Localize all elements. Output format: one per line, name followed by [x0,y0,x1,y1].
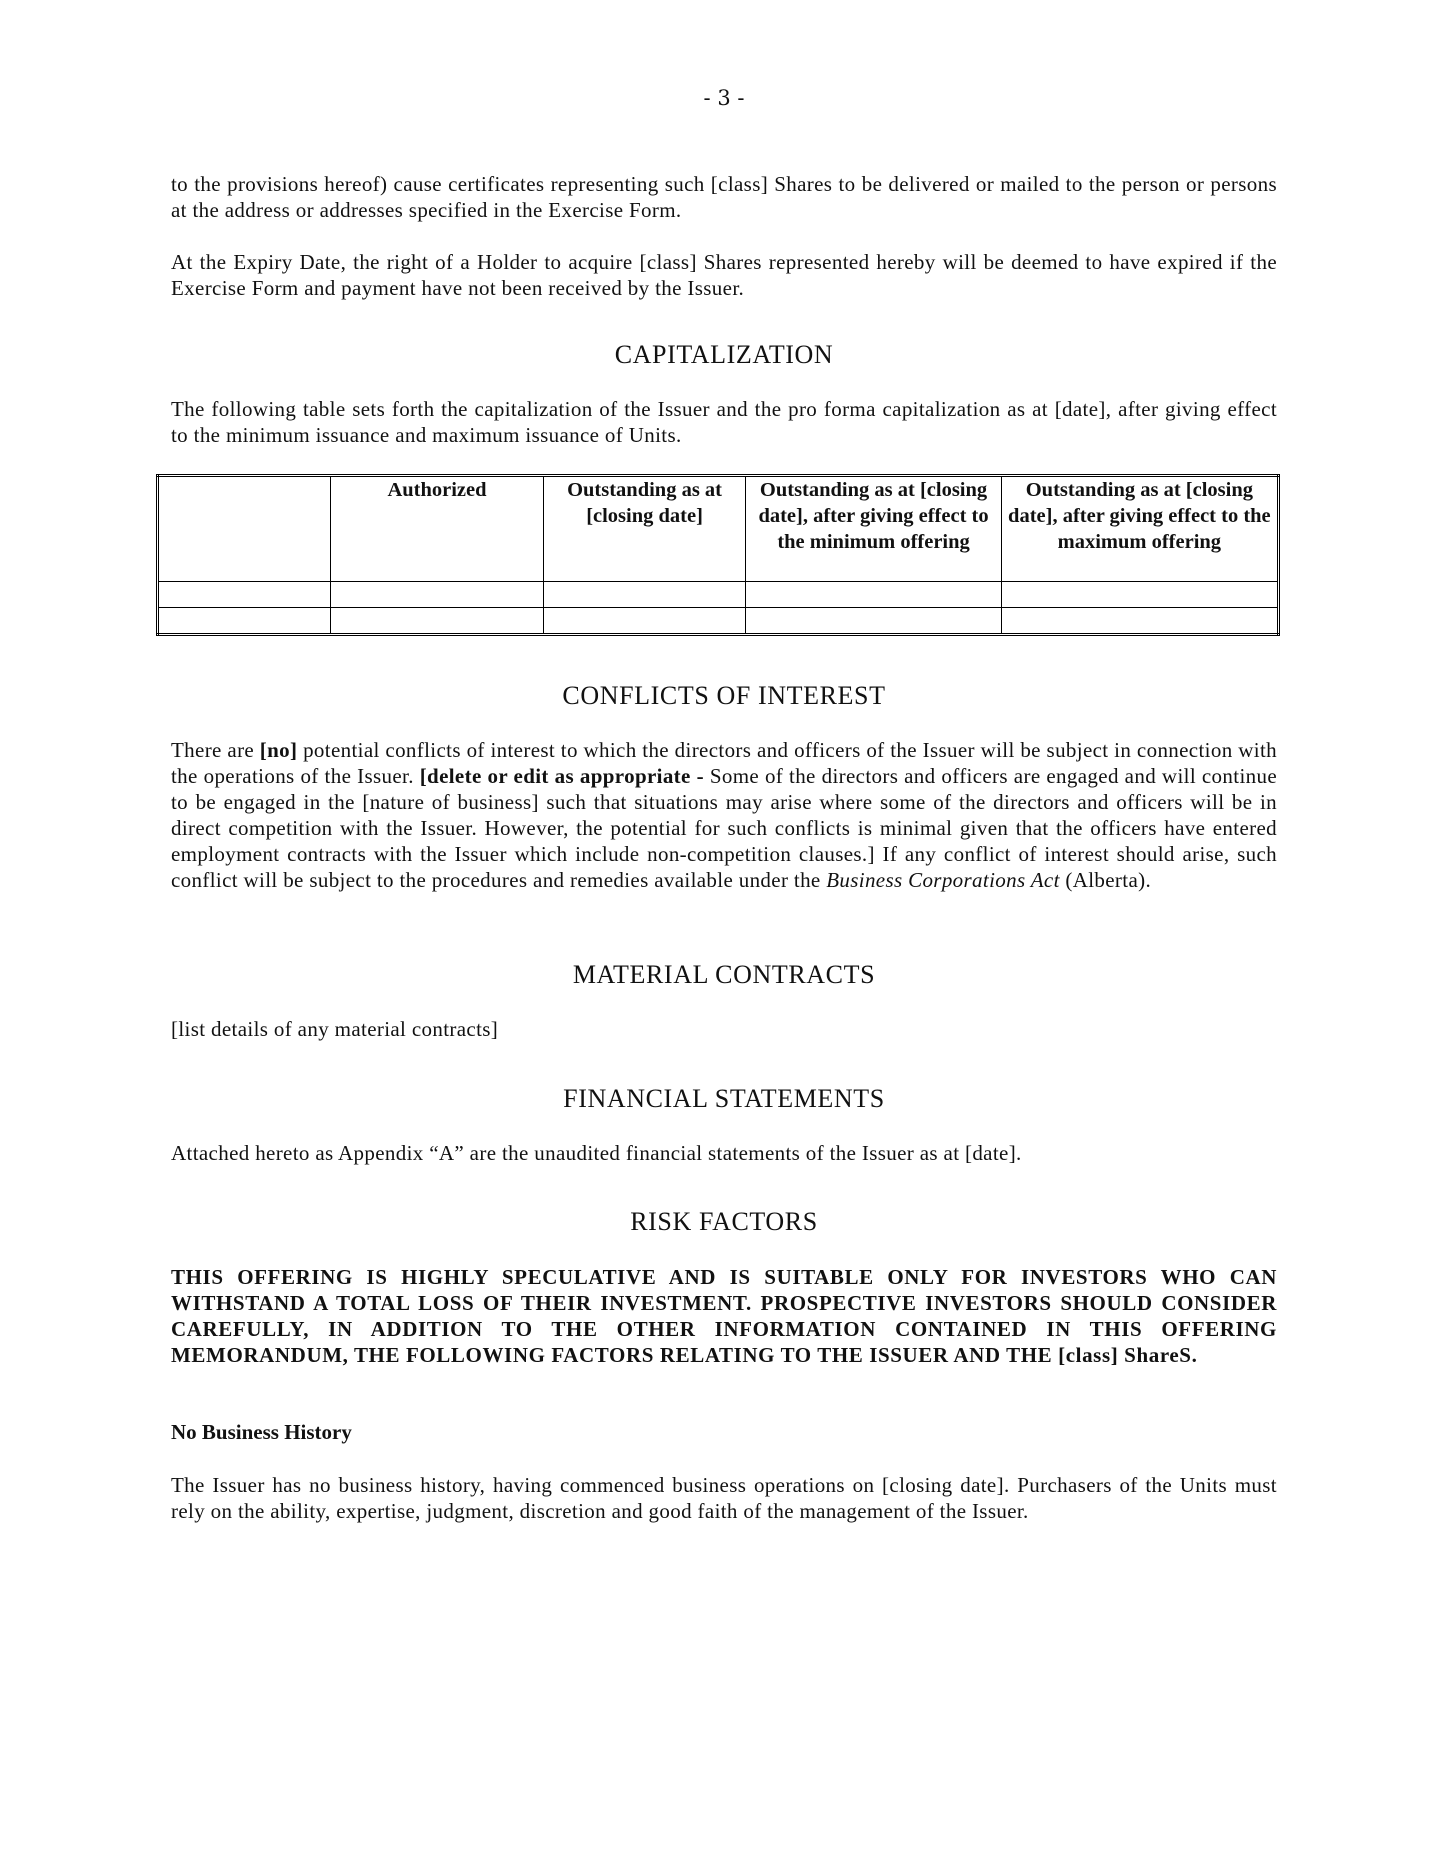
table-cell [542,607,747,635]
page-number: - 3 - [703,86,745,110]
table-cell [156,581,332,608]
heading-conflicts-of-interest: CONFLICTS OF INTEREST [562,681,886,710]
heading-risk-factors: RISK FACTORS [630,1207,818,1236]
text-run-bold: [no] [259,738,298,762]
table-header-cell: Outstanding as at [closing date], after … [1000,475,1280,582]
risk-warning: THIS OFFERING IS HIGHLY SPECULATIVE AND … [171,1265,1277,1367]
heading-material-contracts: MATERIAL CONTRACTS [572,960,876,989]
paragraph-expiry: At the Expiry Date, the right of a Holde… [171,250,1277,300]
statute-name: Business Corporations Act [826,868,1060,892]
table-header-cell: Authorized [330,475,544,582]
table-header-row: Authorized Outstanding as at [closing da… [156,475,1280,582]
table-header-cell: Outstanding as at [closing date], after … [745,475,1002,582]
table-cell [745,607,1002,635]
text-run: (Alberta). [1059,868,1152,892]
no-business-history-body: The Issuer has no business history, havi… [171,1473,1277,1523]
subheading-no-business-history: No Business History [171,1420,352,1444]
heading-financial-statements: FINANCIAL STATEMENTS [563,1084,885,1113]
table-cell [330,607,544,635]
table-cell [330,581,544,608]
capitalization-table: Authorized Outstanding as at [closing da… [156,474,1280,636]
financial-statements-body: Attached hereto as Appendix “A” are the … [171,1141,1022,1165]
table-row [156,581,1280,608]
heading-capitalization: CAPITALIZATION [614,340,834,369]
capitalization-intro: The following table sets forth the capit… [171,397,1277,447]
conflicts-paragraph: There are [no] potential conflicts of in… [171,737,1277,893]
table-cell [1000,607,1280,635]
text-run: There are [171,738,260,762]
table-cell [1000,581,1280,608]
table-row [156,607,1280,635]
table-cell [745,581,1002,608]
paragraph-delivery: to the provisions hereof) cause certific… [171,172,1277,222]
table-cell [156,607,332,635]
table-header-cell: Outstanding as at [closing date] [542,475,747,582]
table-cell [542,581,747,608]
table-header-cell [156,475,332,582]
material-contracts-body: [list details of any material contracts] [171,1017,499,1041]
drafting-note: [delete or edit as appropriate - [419,764,704,788]
